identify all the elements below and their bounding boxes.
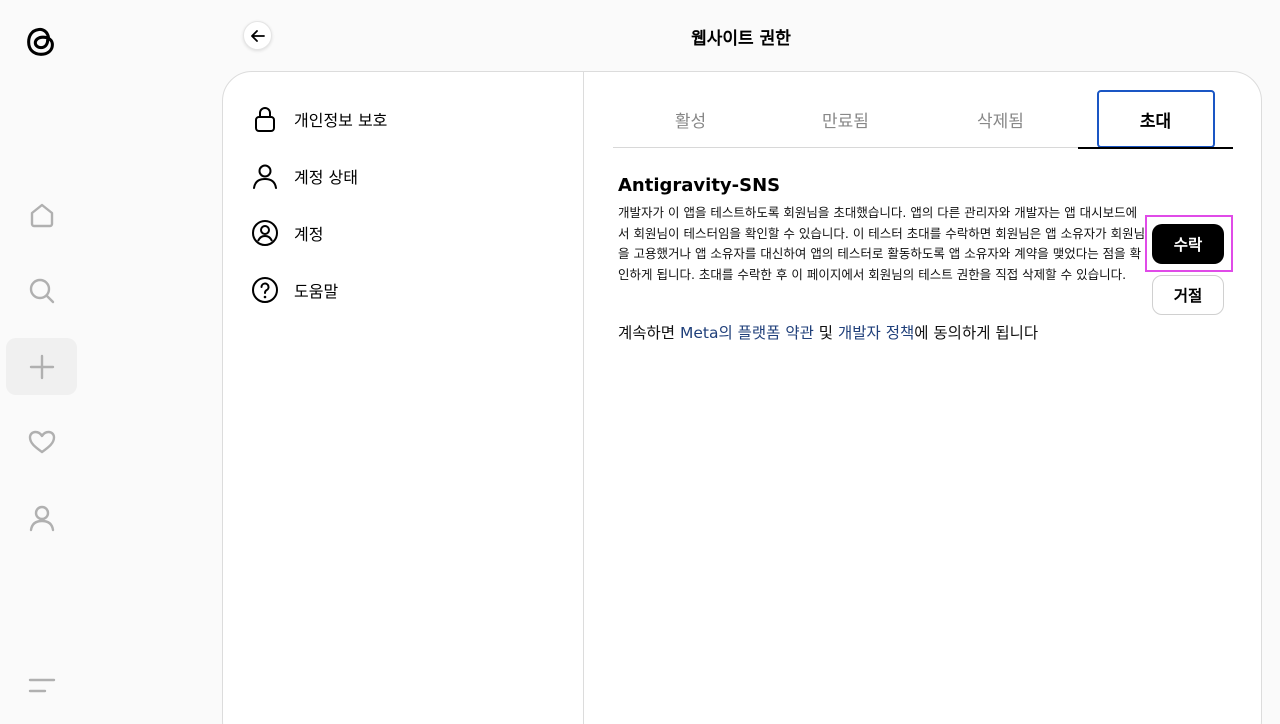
tab-deleted[interactable]: 삭제됨 <box>923 90 1078 148</box>
page: 웹사이트 권한 개인정보 보호 계정 상태 계정 도움말 활성 만료됨 삭제됨 … <box>0 0 1280 724</box>
account-circle-icon <box>252 220 278 246</box>
home-button[interactable] <box>6 186 77 243</box>
consent-text: 계속하면 Meta의 플랫폼 약관 및 개발자 정책에 동의하게 됩니다 <box>618 321 1038 343</box>
tab-bar: 활성 만료됨 삭제됨 초대 <box>613 90 1233 149</box>
tab-invited[interactable]: 초대 <box>1078 90 1233 149</box>
menu-icon[interactable] <box>28 676 56 696</box>
lock-icon <box>255 107 275 132</box>
consent-suffix: 에 동의하게 됩니다 <box>914 324 1039 342</box>
developer-policy-link[interactable]: 개발자 정책 <box>838 324 914 342</box>
tab-expired[interactable]: 만료됨 <box>768 90 923 148</box>
search-icon <box>29 278 54 303</box>
sidebar-item-account-status[interactable]: 계정 상태 <box>251 159 358 193</box>
activity-button[interactable] <box>6 413 77 470</box>
back-button[interactable] <box>243 21 272 50</box>
help-icon <box>252 277 278 303</box>
nav-rail <box>0 0 84 724</box>
home-icon <box>30 203 53 227</box>
tab-focus-outline <box>1097 90 1215 148</box>
tab-underline <box>1078 147 1233 149</box>
arrow-left-icon <box>250 29 265 42</box>
tab-label: 만료됨 <box>822 111 869 132</box>
page-title: 웹사이트 권한 <box>691 29 791 49</box>
tab-label: 활성 <box>674 111 707 132</box>
app-name: Antigravity-SNS <box>618 175 781 196</box>
person-icon <box>253 164 277 189</box>
heart-icon <box>28 430 55 453</box>
sidebar-item-label: 도움말 <box>294 282 339 301</box>
sidebar-item-label: 계정 상태 <box>294 168 358 187</box>
sidebar-item-label: 개인정보 보호 <box>294 111 388 130</box>
permissions-content: 활성 만료됨 삭제됨 초대 Antigravity-SNS 개발자가 이 앱을 … <box>585 72 1261 724</box>
settings-card: 개인정보 보호 계정 상태 계정 도움말 활성 만료됨 삭제됨 초대 Antig… <box>222 71 1262 724</box>
create-button[interactable] <box>6 338 77 395</box>
sidebar-item-label: 계정 <box>294 225 324 244</box>
threads-logo-icon[interactable] <box>22 22 60 60</box>
plus-icon <box>29 354 54 379</box>
sidebar-item-privacy[interactable]: 개인정보 보호 <box>251 102 387 136</box>
settings-sidebar: 개인정보 보호 계정 상태 계정 도움말 <box>223 72 584 724</box>
person-icon <box>29 505 54 531</box>
consent-mid: 및 <box>813 324 838 342</box>
invite-description: 개발자가 이 앱을 테스트하도록 회원님을 초대했습니다. 앱의 다른 관리자와… <box>618 205 1146 282</box>
profile-button[interactable] <box>6 489 77 546</box>
sidebar-item-help[interactable]: 도움말 <box>251 273 338 307</box>
consent-prefix: 계속하면 <box>618 324 680 342</box>
tab-active[interactable]: 활성 <box>613 90 768 148</box>
search-button[interactable] <box>6 262 77 319</box>
platform-terms-link[interactable]: Meta의 플랫폼 약관 <box>680 324 814 342</box>
sidebar-item-account[interactable]: 계정 <box>251 216 323 250</box>
tab-label: 삭제됨 <box>977 111 1024 132</box>
accept-button[interactable]: 수락 <box>1152 224 1224 264</box>
decline-button[interactable]: 거절 <box>1152 275 1224 315</box>
